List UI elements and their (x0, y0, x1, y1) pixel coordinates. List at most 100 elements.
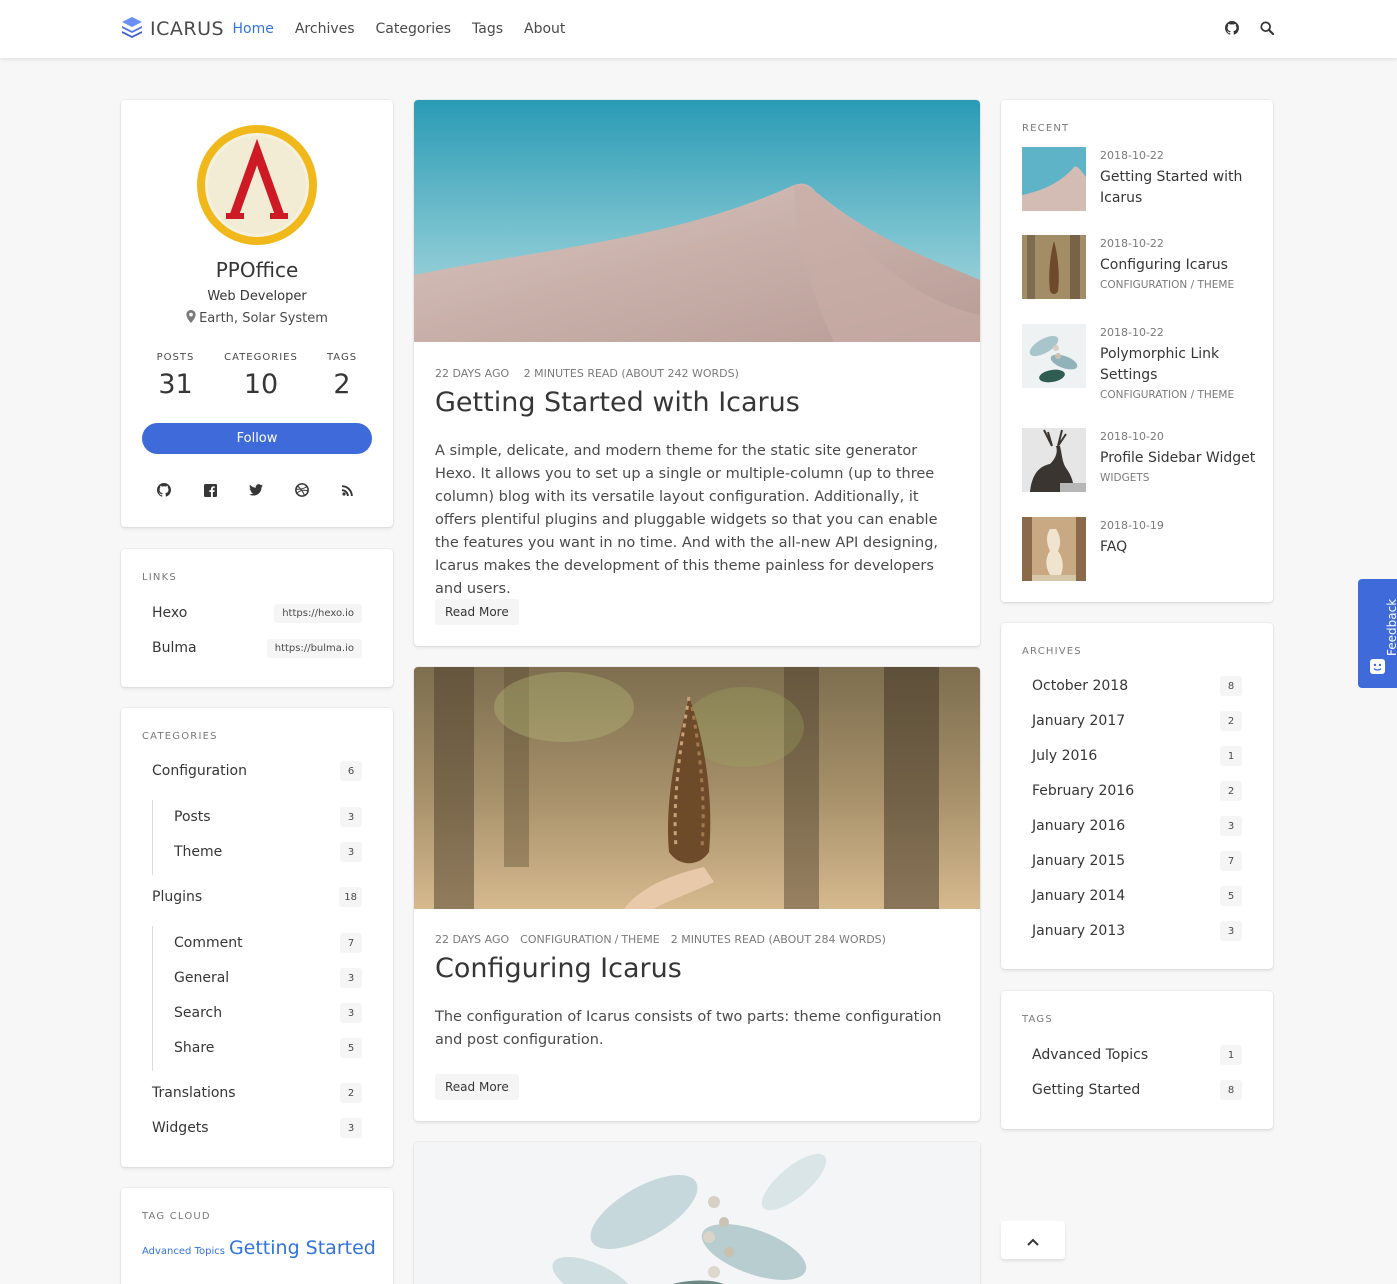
category-count: 18 (339, 887, 362, 907)
nav-categories[interactable]: Categories (365, 21, 461, 37)
github-icon[interactable] (157, 483, 171, 497)
category-name: Plugins (152, 889, 203, 905)
category-item[interactable]: Search 3 (174, 1001, 362, 1025)
recent-title[interactable]: Configuring Icarus (1100, 255, 1260, 276)
archive-item[interactable]: October 2018 8 (1032, 674, 1242, 698)
archive-name: February 2016 (1032, 783, 1135, 799)
tag-item[interactable]: Getting Started 8 (1032, 1078, 1242, 1102)
recent-item[interactable]: 2018-10-22 Getting Started with Icarus (1022, 147, 1252, 211)
category-count: 3 (340, 1003, 362, 1023)
post-meta: 22 DAYS AGO CONFIGURATION / THEME 2 MINUTES … (435, 933, 897, 946)
read-more-button[interactable]: Read More (435, 1074, 519, 1100)
category-name: Share (174, 1040, 215, 1056)
recent-item[interactable]: 2018-10-22 Polymorphic Link Settings CON… (1022, 324, 1252, 401)
nav-about[interactable]: About (514, 21, 576, 37)
recent-date: 2018-10-22 (1100, 149, 1164, 162)
tag-item[interactable]: Advanced Topics 1 (1032, 1043, 1242, 1067)
post-date: 22 DAYS AGO (435, 367, 510, 380)
archive-item[interactable]: January 2016 3 (1032, 814, 1242, 838)
location-text: Earth, Solar System (199, 311, 328, 326)
category-item[interactable]: Posts 3 (174, 805, 362, 829)
category-item[interactable]: Translations 2 (152, 1081, 362, 1105)
profile-role: Web Developer (207, 289, 307, 304)
recent-item[interactable]: 2018-10-19 FAQ (1022, 517, 1252, 581)
recent-thumbnail[interactable] (1022, 517, 1086, 581)
category-name: Theme (174, 844, 223, 860)
category-item[interactable]: General 3 (174, 966, 362, 990)
categories-label: CATEGORIES (142, 731, 218, 742)
github-icon[interactable] (1224, 19, 1239, 37)
recent-thumbnail[interactable] (1022, 428, 1086, 492)
archives-label: ARCHIVES (1022, 646, 1082, 657)
dribbble-icon[interactable] (295, 483, 309, 497)
archive-item[interactable]: July 2016 1 (1032, 744, 1242, 768)
post-thumbnail[interactable] (414, 100, 980, 342)
recent-category[interactable]: WIDGETS (1100, 472, 1149, 484)
links-label: LINKS (142, 572, 177, 583)
post-thumbnail[interactable] (414, 667, 980, 909)
facebook-icon[interactable] (203, 483, 217, 497)
recent-item[interactable]: 2018-10-20 Profile Sidebar Widget WIDGET… (1022, 428, 1255, 492)
archive-item[interactable]: January 2015 7 (1032, 849, 1242, 873)
search-icon[interactable] (1259, 19, 1274, 37)
nav-tags[interactable]: Tags (462, 21, 514, 37)
recent-thumbnail[interactable] (1022, 147, 1086, 211)
archive-item[interactable]: January 2014 5 (1032, 884, 1242, 908)
tag-cloud-item-small[interactable]: Advanced Topics (142, 1246, 225, 1257)
stat-tags[interactable]: TAGS 2 (316, 352, 368, 400)
stat-categories[interactable]: CATEGORIES 10 (216, 352, 306, 400)
archive-count: 5 (1220, 886, 1242, 906)
category-item[interactable]: Widgets 3 (152, 1116, 362, 1140)
read-more-button[interactable]: Read More (435, 599, 519, 625)
link-hexo[interactable]: Hexo https://hexo.io (152, 602, 362, 624)
recent-title[interactable]: Getting Started with Icarus (1100, 167, 1260, 209)
category-item[interactable]: Comment 7 (174, 931, 362, 955)
archive-item[interactable]: January 2013 3 (1032, 919, 1242, 943)
recent-title[interactable]: Polymorphic Link Settings (1100, 344, 1260, 386)
archive-item[interactable]: January 2017 2 (1032, 709, 1242, 733)
archive-name: October 2018 (1032, 678, 1129, 694)
recent-category[interactable]: CONFIGURATION / THEME (1100, 389, 1234, 401)
category-item[interactable]: Share 5 (174, 1036, 362, 1060)
post-thumbnail[interactable] (414, 1142, 980, 1284)
archive-name: July 2016 (1032, 748, 1098, 764)
archive-count: 1 (1220, 746, 1242, 766)
recent-label: RECENT (1022, 123, 1070, 134)
link-bulma[interactable]: Bulma https://bulma.io (152, 637, 362, 659)
post-category-link[interactable]: CONFIGURATION (520, 933, 611, 946)
recent-thumbnail[interactable] (1022, 235, 1086, 299)
category-item[interactable]: Theme 3 (174, 840, 362, 864)
tags-card: TAGS Advanced Topics 1 Getting Started 8 (1001, 991, 1273, 1129)
recent-thumbnail[interactable] (1022, 324, 1086, 388)
back-to-top-button[interactable] (1001, 1221, 1065, 1259)
category-name: Search (174, 1005, 223, 1021)
chevron-up-icon (1027, 1231, 1039, 1250)
post-category[interactable]: CONFIGURATION / THEME (520, 933, 660, 946)
twitter-icon[interactable] (249, 483, 263, 497)
post-title[interactable]: Configuring Icarus (435, 953, 682, 984)
brand[interactable]: ICARUS (120, 16, 224, 42)
tag-cloud-item-large[interactable]: Getting Started (229, 1237, 376, 1259)
archive-item[interactable]: February 2016 2 (1032, 779, 1242, 803)
post-meta: 22 DAYS AGO 2 MINUTES READ (ABOUT 242 WO… (435, 367, 750, 380)
feedback-tab[interactable]: Feedback (1358, 579, 1397, 688)
tag-cloud-card: TAG CLOUD Advanced Topics Getting Starte… (121, 1188, 393, 1284)
stat-posts[interactable]: POSTS 31 (143, 352, 208, 400)
post-category-link[interactable]: THEME (621, 933, 659, 946)
post-title[interactable]: Getting Started with Icarus (435, 387, 800, 418)
nav-archives[interactable]: Archives (284, 21, 365, 37)
recent-date: 2018-10-22 (1100, 237, 1164, 250)
recent-title[interactable]: Profile Sidebar Widget (1100, 448, 1260, 469)
rss-icon[interactable] (341, 483, 355, 497)
follow-button[interactable]: Follow (142, 423, 372, 454)
archive-count: 2 (1220, 711, 1242, 731)
nav-home[interactable]: Home (222, 21, 284, 37)
archive-name: January 2016 (1032, 818, 1126, 834)
link-url: https://hexo.io (274, 603, 362, 623)
category-item[interactable]: Configuration 6 (152, 759, 362, 783)
recent-category[interactable]: CONFIGURATION / THEME (1100, 279, 1234, 291)
profile-card: PPOffice Web Developer Earth, Solar Syst… (121, 100, 393, 527)
category-item[interactable]: Plugins 18 (152, 885, 362, 909)
recent-title[interactable]: FAQ (1100, 537, 1260, 558)
recent-item[interactable]: 2018-10-22 Configuring Icarus CONFIGURAT… (1022, 235, 1252, 299)
